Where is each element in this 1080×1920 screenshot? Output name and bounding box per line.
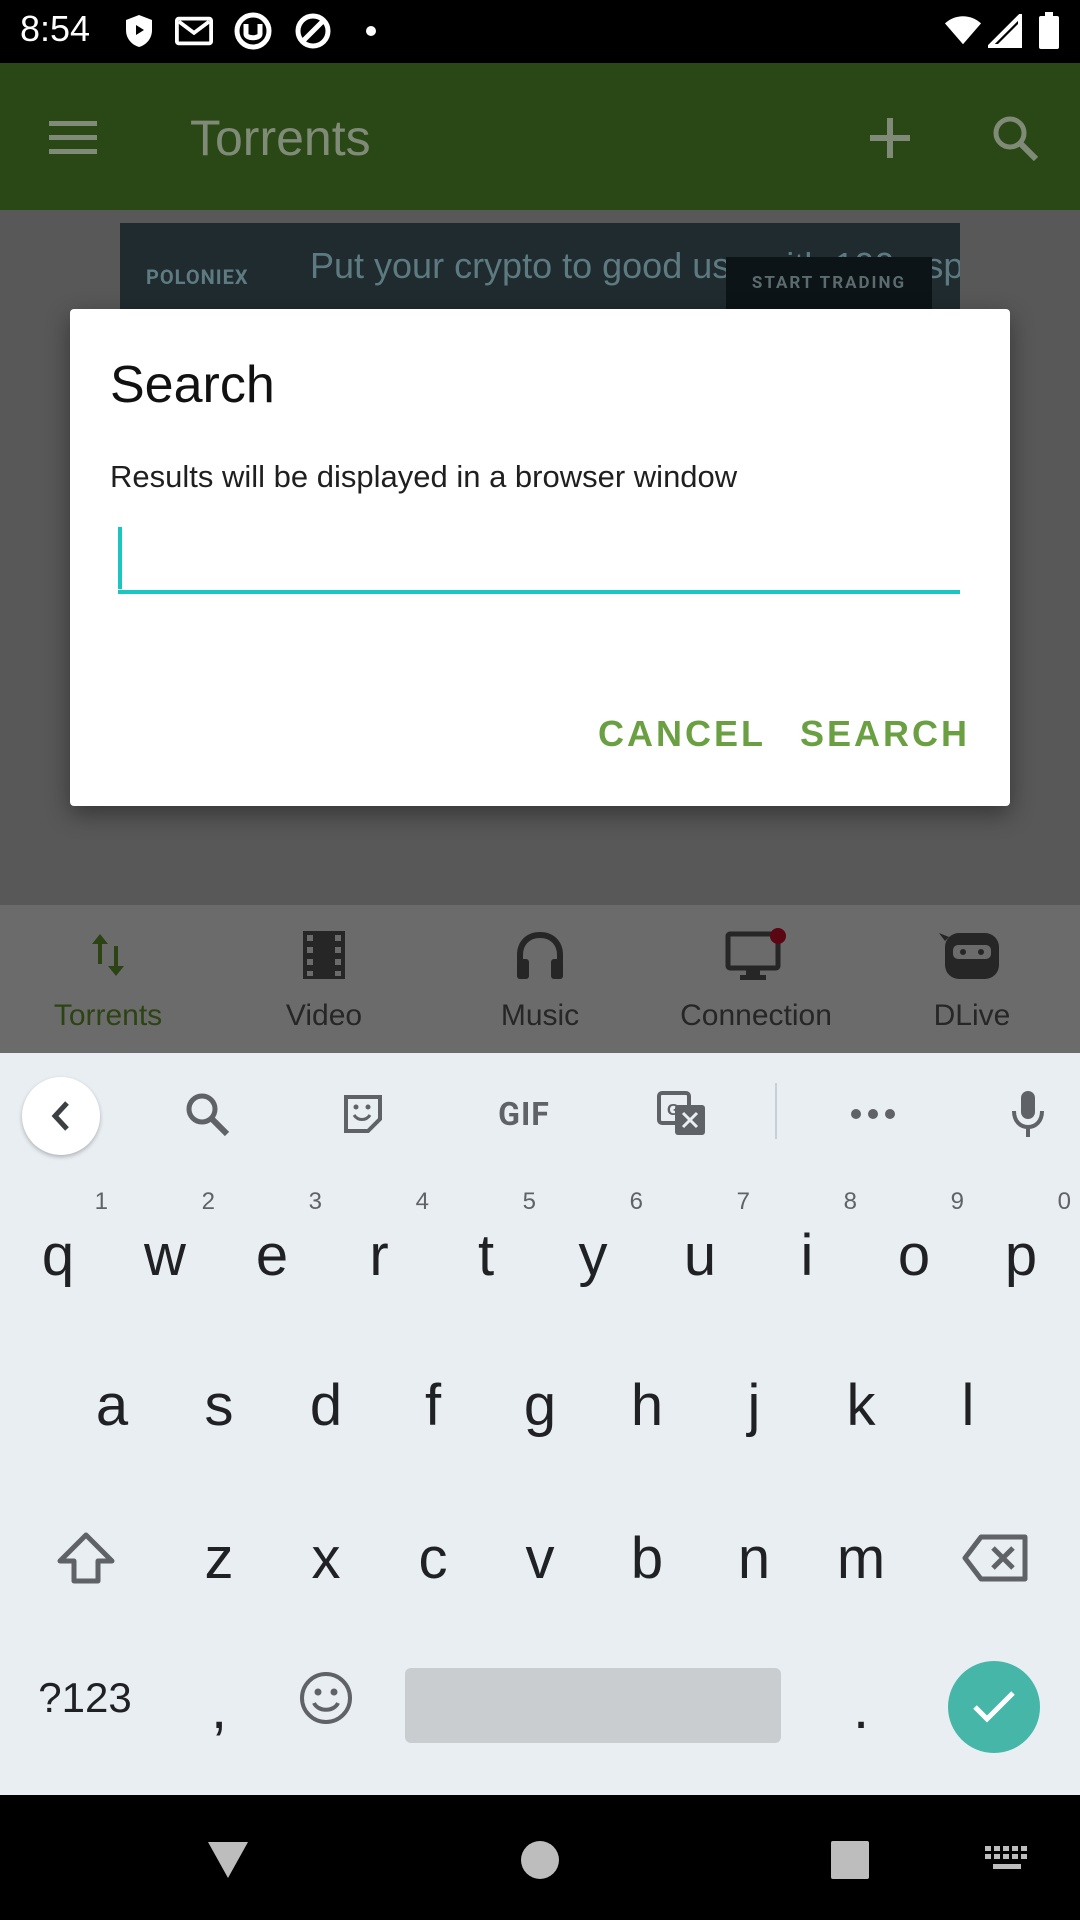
cancel-button[interactable]: CANCEL bbox=[598, 713, 766, 755]
key-p[interactable]: 0p bbox=[967, 1170, 1075, 1320]
search-dialog: Search Results will be displayed in a br… bbox=[70, 309, 1010, 806]
toolbar-divider bbox=[775, 1083, 777, 1139]
app-title: Torrents bbox=[190, 110, 371, 166]
app-bar: Torrents bbox=[0, 63, 1080, 210]
mic-icon[interactable] bbox=[993, 1079, 1063, 1149]
back-chevron-icon[interactable] bbox=[22, 1077, 100, 1155]
more-icon[interactable] bbox=[838, 1079, 908, 1149]
soft-keyboard: GIF G 1q 2w 3e 4r 5t 6y 7u 8i 9o 0p a s … bbox=[0, 1053, 1080, 1795]
key-h[interactable]: h bbox=[593, 1320, 701, 1470]
key-a[interactable]: a bbox=[58, 1320, 166, 1470]
status-time: 8:54 bbox=[20, 8, 91, 49]
key-q[interactable]: 1q bbox=[4, 1170, 112, 1320]
text-cursor bbox=[118, 527, 122, 589]
key-z[interactable]: z bbox=[165, 1473, 273, 1623]
key-v[interactable]: v bbox=[486, 1473, 594, 1623]
back-icon[interactable] bbox=[193, 1825, 263, 1895]
key-o[interactable]: 9o bbox=[860, 1170, 968, 1320]
key-m[interactable]: m bbox=[807, 1473, 915, 1623]
menu-icon[interactable] bbox=[38, 103, 108, 173]
wifi-icon bbox=[944, 12, 982, 50]
system-nav-bar bbox=[0, 1795, 1080, 1920]
gmail-icon bbox=[175, 12, 213, 50]
key-f[interactable]: f bbox=[379, 1320, 487, 1470]
add-icon[interactable] bbox=[855, 103, 925, 173]
search-button[interactable]: SEARCH bbox=[800, 713, 970, 755]
transfer-arrows-icon bbox=[0, 925, 216, 985]
keyboard-toolbar: GIF G bbox=[0, 1053, 1080, 1170]
key-i[interactable]: 8i bbox=[753, 1170, 861, 1320]
nav-label-video: Video bbox=[285, 999, 363, 1032]
emoji-icon bbox=[300, 1672, 352, 1724]
nav-item-video[interactable]: Video bbox=[216, 905, 432, 1053]
search-icon[interactable] bbox=[980, 103, 1050, 173]
nav-item-music[interactable]: Music bbox=[432, 905, 648, 1053]
home-icon[interactable] bbox=[505, 1825, 575, 1895]
key-n[interactable]: n bbox=[700, 1473, 808, 1623]
key-g[interactable]: g bbox=[486, 1320, 594, 1470]
key-w[interactable]: 2w bbox=[111, 1170, 219, 1320]
enter-key[interactable] bbox=[948, 1661, 1040, 1753]
keyboard-switch-icon[interactable] bbox=[972, 1825, 1042, 1895]
ad-brand: POLONIEX bbox=[146, 265, 249, 289]
nav-label-music: Music bbox=[500, 999, 580, 1032]
key-u[interactable]: 7u bbox=[646, 1170, 754, 1320]
ad-banner[interactable]: POLONIEX Put your crypto to good use wit… bbox=[120, 223, 960, 309]
emoji-key[interactable] bbox=[272, 1633, 380, 1763]
recents-icon[interactable] bbox=[815, 1825, 885, 1895]
search-input[interactable] bbox=[118, 526, 960, 594]
key-k[interactable]: k bbox=[807, 1320, 915, 1470]
nav-item-torrents[interactable]: Torrents bbox=[0, 905, 216, 1053]
key-j[interactable]: j bbox=[700, 1320, 808, 1470]
utorrent-icon bbox=[234, 12, 272, 50]
film-icon bbox=[216, 925, 432, 985]
nav-item-connection[interactable]: Connection bbox=[648, 905, 864, 1053]
key-x[interactable]: x bbox=[272, 1473, 380, 1623]
backspace-icon bbox=[962, 1534, 1028, 1582]
key-d[interactable]: d bbox=[272, 1320, 380, 1470]
svg-text:G: G bbox=[667, 1102, 679, 1119]
bottom-nav: Torrents Video Music Connection DLive bbox=[0, 905, 1080, 1053]
search-icon[interactable] bbox=[172, 1079, 242, 1149]
battery-icon bbox=[1030, 12, 1068, 50]
checkmark-icon bbox=[973, 1691, 1015, 1723]
key-period[interactable]: . bbox=[807, 1633, 915, 1763]
status-bar: 8:54 bbox=[0, 0, 1080, 63]
key-l[interactable]: l bbox=[914, 1320, 1022, 1470]
nav-label-torrents: Torrents bbox=[53, 999, 163, 1032]
ninja-icon bbox=[864, 925, 1080, 985]
nav-item-dlive[interactable]: DLive bbox=[864, 905, 1080, 1053]
monitor-icon bbox=[648, 925, 864, 985]
headphones-icon bbox=[432, 925, 648, 985]
symbols-key[interactable]: ?123 bbox=[20, 1633, 150, 1763]
key-s[interactable]: s bbox=[165, 1320, 273, 1470]
key-e[interactable]: 3e bbox=[218, 1170, 326, 1320]
backspace-key[interactable] bbox=[940, 1473, 1052, 1623]
signal-icon bbox=[986, 12, 1024, 50]
key-c[interactable]: c bbox=[379, 1473, 487, 1623]
shift-key[interactable] bbox=[30, 1473, 142, 1623]
shift-icon bbox=[57, 1532, 115, 1584]
space-key[interactable] bbox=[405, 1668, 781, 1743]
shield-icon bbox=[120, 12, 158, 50]
nav-label-connection: Connection bbox=[680, 999, 832, 1032]
key-r[interactable]: 4r bbox=[325, 1170, 433, 1320]
translate-icon[interactable]: G bbox=[647, 1079, 717, 1149]
dialog-message: Results will be displayed in a browser w… bbox=[110, 459, 738, 494]
gif-icon[interactable]: GIF bbox=[484, 1079, 564, 1149]
dialog-title: Search bbox=[110, 356, 275, 414]
dot-icon bbox=[352, 12, 390, 50]
at-icon bbox=[294, 12, 332, 50]
key-comma[interactable]: , bbox=[165, 1633, 273, 1763]
key-t[interactable]: 5t bbox=[432, 1170, 540, 1320]
key-b[interactable]: b bbox=[593, 1473, 701, 1623]
sticker-icon[interactable] bbox=[328, 1079, 398, 1149]
nav-label-dlive: DLive bbox=[933, 999, 1011, 1032]
ad-cta-button[interactable]: START TRADING bbox=[726, 257, 932, 309]
key-y[interactable]: 6y bbox=[539, 1170, 647, 1320]
